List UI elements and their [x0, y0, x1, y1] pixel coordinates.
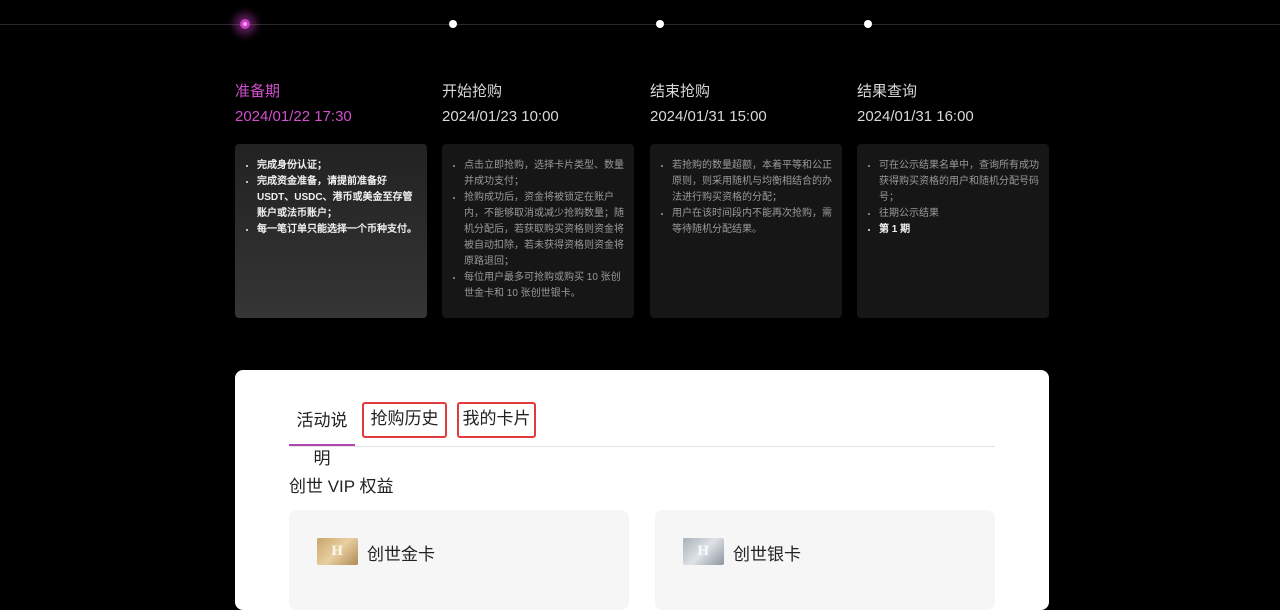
stage-date: 2024/01/31 15:00	[650, 108, 767, 125]
timeline-dot	[656, 20, 664, 28]
stage-result: 结果查询 2024/01/31 16:00	[857, 82, 1049, 127]
stage-date: 2024/01/22 17:30	[235, 108, 352, 125]
stage-title: 准备期	[235, 83, 281, 100]
stage-date: 2024/01/31 16:00	[857, 108, 974, 125]
tab-my-cards[interactable]: 我的卡片	[457, 402, 536, 438]
stage-card-result: 可在公示结果名单中，查询所有成功获得购买资格的用户和随机分配号码号； 往期公示结…	[857, 144, 1049, 318]
gold-card-icon: H	[317, 538, 358, 565]
stage-card-preparation: 完成身份认证； 完成资金准备，请提前准备好 USDT、USDC、港币或美金至存管…	[235, 144, 427, 318]
benefit-name: 创世金卡	[367, 545, 435, 564]
stage-card-end: 若抢购的数量超额，本着平等和公正原则，则采用随机与均衡相结合的办法进行购买资格的…	[650, 144, 842, 318]
benefit-card-silver[interactable]: H 创世银卡	[655, 510, 995, 610]
stage-title: 开始抢购	[442, 83, 503, 100]
section-title: 创世 VIP 权益	[289, 477, 394, 496]
stage-card-start: 点击立即抢购，选择卡片类型、数量并成功支付； 抢购成功后，资金将被锁定在账户内，…	[442, 144, 634, 318]
timeline-dot	[864, 20, 872, 28]
activity-panel: 活动说明 抢购历史 我的卡片 创世 VIP 权益 H 创世金卡 H 创世银卡	[235, 370, 1049, 610]
past-results-link[interactable]: 往期公示结果	[879, 206, 1039, 222]
stage-card-item: 抢购成功后，资金将被锁定在账户内，不能够取消或减少抢购数量；随机分配后，若获取购…	[464, 190, 624, 270]
stage-card-item: 完成身份认证；	[257, 158, 417, 174]
stage-card-item: 点击立即抢购，选择卡片类型、数量并成功支付；	[464, 158, 624, 190]
stage-title: 结束抢购	[650, 83, 711, 100]
tab-purchase-history[interactable]: 抢购历史	[362, 402, 447, 438]
benefit-card-gold[interactable]: H 创世金卡	[289, 510, 629, 610]
stage-preparation: 准备期 2024/01/22 17:30	[235, 82, 427, 127]
silver-card-icon: H	[683, 538, 724, 565]
stage-card-item: 完成资金准备，请提前准备好 USDT、USDC、港币或美金至存管账户或法币账户；	[257, 174, 417, 222]
stage-card-item: 每一笔订单只能选择一个币种支付。	[257, 222, 417, 238]
stage-start: 开始抢购 2024/01/23 10:00	[442, 82, 634, 127]
tab-bar: 活动说明 抢购历史 我的卡片	[289, 402, 995, 468]
timeline-dot-active	[240, 19, 250, 29]
stage-card-item: 用户在该时间段内不能再次抢购，需等待随机分配结果。	[672, 206, 832, 238]
stage-card-item: 若抢购的数量超额，本着平等和公正原则，则采用随机与均衡相结合的办法进行购买资格的…	[672, 158, 832, 206]
timeline-line	[0, 24, 1280, 25]
stage-title: 结果查询	[857, 83, 918, 100]
stage-date: 2024/01/23 10:00	[442, 108, 559, 125]
timeline-dot	[449, 20, 457, 28]
stage-card-item: 可在公示结果名单中，查询所有成功获得购买资格的用户和随机分配号码号；	[879, 158, 1039, 206]
benefit-name: 创世银卡	[733, 545, 801, 564]
period-1-link[interactable]: 第 1 期	[879, 222, 1039, 238]
stage-end: 结束抢购 2024/01/31 15:00	[650, 82, 842, 127]
stage-card-item: 每位用户最多可抢购或购买 10 张创世金卡和 10 张创世银卡。	[464, 270, 624, 302]
tab-activity-description[interactable]: 活动说明	[289, 402, 355, 468]
